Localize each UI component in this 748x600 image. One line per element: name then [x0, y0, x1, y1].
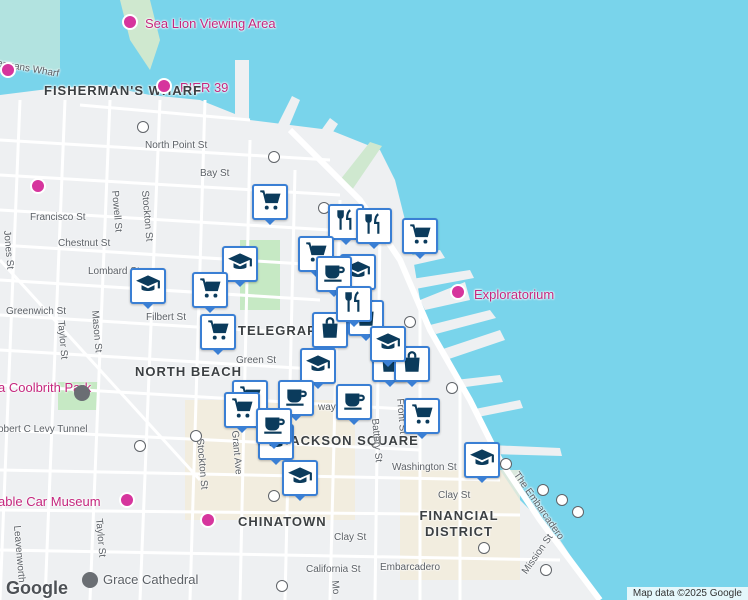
camera-icon[interactable] — [156, 78, 172, 94]
shopping-cart-icon — [197, 275, 223, 306]
shopping-cart-marker[interactable] — [200, 314, 236, 355]
transit-icon[interactable] — [268, 151, 280, 163]
school-icon — [287, 463, 313, 494]
school-icon — [469, 445, 495, 476]
transit-icon[interactable] — [572, 506, 584, 518]
neighborhood-chinatown: CHINATOWN — [238, 514, 327, 529]
transit-icon[interactable] — [537, 484, 549, 496]
neighborhood-north-beach: NORTH BEACH — [135, 364, 243, 379]
neighborhood-jackson-square: JACKSON SQUARE — [282, 433, 419, 448]
transit-icon[interactable] — [446, 382, 458, 394]
camera-icon[interactable] — [119, 492, 135, 508]
street-label: Mo — [329, 580, 342, 595]
street-label: North Point St — [145, 140, 208, 151]
shopping-cart-icon — [409, 401, 435, 432]
street-label: obert C Levy Tunnel — [0, 424, 88, 435]
school-icon — [227, 249, 253, 280]
school-icon — [135, 271, 161, 302]
street-label: Filbert St — [146, 312, 187, 323]
shopping-cart-marker[interactable] — [192, 272, 228, 313]
camera-icon[interactable] — [450, 284, 466, 300]
coffee-icon — [321, 259, 347, 290]
transit-icon[interactable] — [137, 121, 149, 133]
camera-icon[interactable] — [30, 178, 46, 194]
street-label: Embarcadero — [380, 562, 441, 573]
shopping-cart-icon — [257, 187, 283, 218]
restaurant-icon — [341, 289, 367, 320]
street-label: Clay St — [438, 490, 471, 501]
shopping-cart-icon — [229, 395, 255, 426]
shopping-cart-marker[interactable] — [224, 392, 260, 433]
camera-icon[interactable] — [0, 62, 16, 78]
shopping-cart-icon — [407, 221, 433, 252]
street-label: Francisco St — [30, 212, 86, 223]
poi-label-cable-car-museum[interactable]: able Car Museum — [0, 494, 101, 509]
street-label: way — [318, 402, 336, 413]
transit-icon[interactable] — [540, 564, 552, 576]
street-label: Greenwich St — [6, 306, 67, 317]
school-marker[interactable] — [370, 326, 406, 367]
school-icon — [305, 351, 331, 382]
shopping-cart-icon — [205, 317, 231, 348]
school-marker[interactable] — [130, 268, 166, 309]
street-label: California St — [306, 564, 361, 575]
coffee-icon — [341, 387, 367, 418]
street-label: Chestnut St — [58, 238, 111, 249]
restaurant-marker[interactable] — [336, 286, 372, 327]
school-marker[interactable] — [300, 348, 336, 389]
poi-label-grace-cathedral[interactable]: Grace Cathedral — [103, 572, 198, 587]
church-icon[interactable] — [82, 572, 98, 588]
school-marker[interactable] — [282, 460, 318, 501]
map-canvas[interactable]: Sea Lion Viewing Area PIER 39 Explorator… — [0, 0, 748, 600]
transit-icon[interactable] — [404, 316, 416, 328]
poi-label-sea-lion[interactable]: Sea Lion Viewing Area — [145, 16, 276, 31]
neighborhood-financial-district: FINANCIAL DISTRICT — [419, 508, 499, 539]
shopping-cart-marker[interactable] — [252, 184, 288, 225]
google-logo: Google — [6, 578, 68, 598]
coffee-marker[interactable] — [256, 408, 292, 449]
school-marker[interactable] — [464, 442, 500, 483]
neighborhood-fishermans-wharf: FISHERMAN'S WHARF — [44, 83, 203, 98]
park-icon[interactable] — [74, 385, 90, 401]
street-label: Green St — [236, 355, 277, 366]
coffee-marker[interactable] — [336, 384, 372, 425]
transit-icon[interactable] — [478, 542, 490, 554]
transit-icon[interactable] — [268, 490, 280, 502]
shopping-cart-marker[interactable] — [402, 218, 438, 259]
transit-icon[interactable] — [276, 580, 288, 592]
camera-icon[interactable] — [200, 512, 216, 528]
poi-label-exploratorium[interactable]: Exploratorium — [474, 287, 554, 302]
shopping-cart-marker[interactable] — [404, 398, 440, 439]
transit-icon[interactable] — [556, 494, 568, 506]
transit-icon[interactable] — [500, 458, 512, 470]
transit-icon[interactable] — [190, 430, 202, 442]
transit-icon[interactable] — [134, 440, 146, 452]
camera-icon[interactable] — [122, 14, 138, 30]
street-label: Washington St — [392, 462, 457, 473]
restaurant-marker[interactable] — [356, 208, 392, 249]
school-icon — [375, 329, 401, 360]
street-label: Bay St — [200, 168, 230, 179]
restaurant-icon — [361, 211, 387, 242]
coffee-icon — [261, 411, 287, 442]
map-attribution[interactable]: Map data ©2025 Google — [626, 587, 748, 600]
street-label: Clay St — [334, 532, 367, 543]
